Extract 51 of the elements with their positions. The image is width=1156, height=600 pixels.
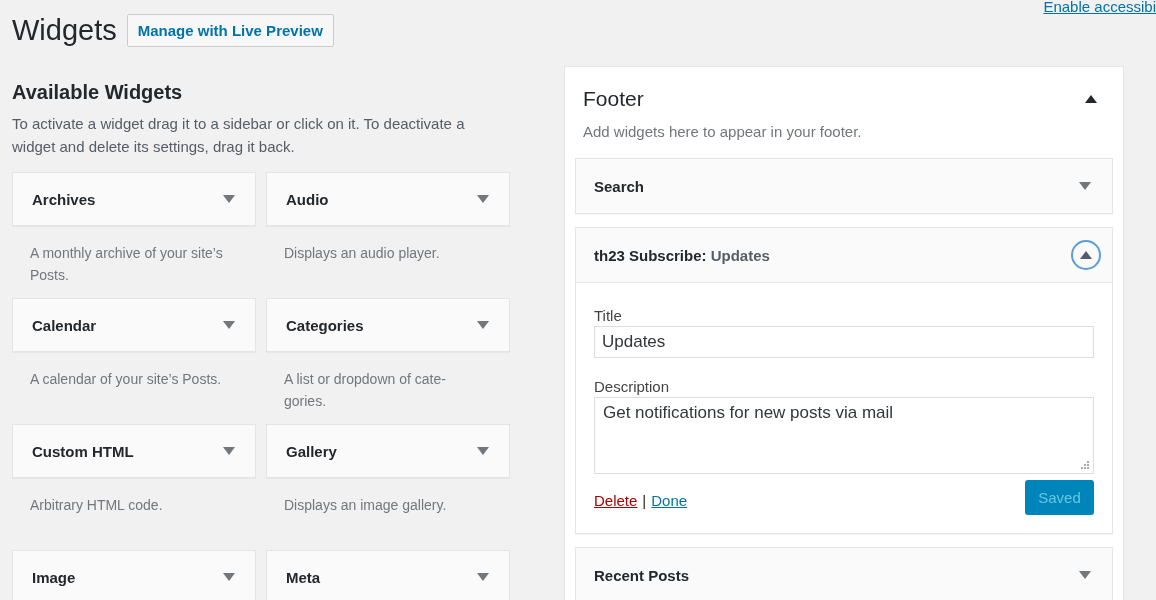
section-description: To activate a widget drag it to a sidebar or click on it. To deactivate a widget and delete its settings, drag it back. — [12, 114, 466, 157]
widget-name: Image — [32, 568, 76, 586]
widget-description: A list or dropdown of cate-gories. — [284, 370, 447, 411]
caret-icon — [1080, 251, 1092, 259]
caret-icon — [477, 195, 489, 203]
separator: | — [642, 492, 647, 509]
page-title: Widgets — [12, 14, 117, 47]
widget-name: Calendar — [32, 316, 97, 334]
description-field[interactable]: Get notifications for new posts via mail — [594, 397, 1094, 474]
field-label: Description — [594, 378, 671, 395]
title-field[interactable]: Updates — [594, 326, 1094, 358]
widget-title: th23 Subscribe: Updates — [594, 246, 770, 264]
widget-card[interactable]: Categories — [266, 298, 510, 352]
widget-name: Gallery — [286, 442, 337, 460]
collapse-button[interactable] — [1071, 240, 1101, 270]
field-label: Title — [594, 307, 623, 324]
section-heading: Available Widgets — [12, 81, 184, 104]
caret-icon — [223, 195, 235, 203]
caret-icon — [223, 447, 235, 455]
widget-name: Audio — [286, 190, 329, 208]
widget-title: Search — [594, 177, 645, 195]
widget-description: Displays an image gallery. — [284, 496, 448, 515]
widget-description: Arbitrary HTML code. — [30, 496, 164, 515]
sidebar-title: Footer — [583, 87, 644, 111]
widget-card[interactable]: Calendar — [12, 298, 256, 352]
widget-name: Custom HTML — [32, 442, 134, 460]
widget-description: A monthly archive of your site’s Posts. — [30, 244, 224, 285]
widget-card[interactable]: Image — [12, 550, 256, 600]
widget-card[interactable]: Custom HTML — [12, 424, 256, 478]
resize-grip-icon[interactable] — [1081, 461, 1090, 470]
widget-card[interactable]: Archives — [12, 172, 256, 226]
delete-link[interactable]: Delete — [594, 492, 638, 509]
widget-name: Meta — [286, 568, 321, 586]
caret-icon — [477, 447, 489, 455]
widget-name: Archives — [32, 190, 96, 208]
accessibility-link[interactable]: Enable accessibi — [1043, 0, 1156, 15]
widget-card[interactable]: Audio — [266, 172, 510, 226]
widget-description: A calendar of your site’s Posts. — [30, 370, 223, 389]
live-preview-button[interactable]: Manage with Live Preview — [126, 14, 334, 47]
sidebar-description: Add widgets here to appear in your footer. — [583, 123, 863, 140]
caret-icon — [223, 321, 235, 329]
caret-icon — [477, 573, 489, 581]
widget-card[interactable]: Meta — [266, 550, 510, 600]
widget-name: Categories — [286, 316, 364, 334]
caret-icon — [477, 321, 489, 329]
widget-description: Displays an audio player. — [284, 244, 441, 263]
caret-icon — [223, 573, 235, 581]
widget-title: Recent Posts — [594, 566, 690, 584]
caret-icon[interactable] — [1085, 95, 1097, 103]
widget-card[interactable]: Gallery — [266, 424, 510, 478]
done-link[interactable]: Done — [651, 492, 688, 509]
